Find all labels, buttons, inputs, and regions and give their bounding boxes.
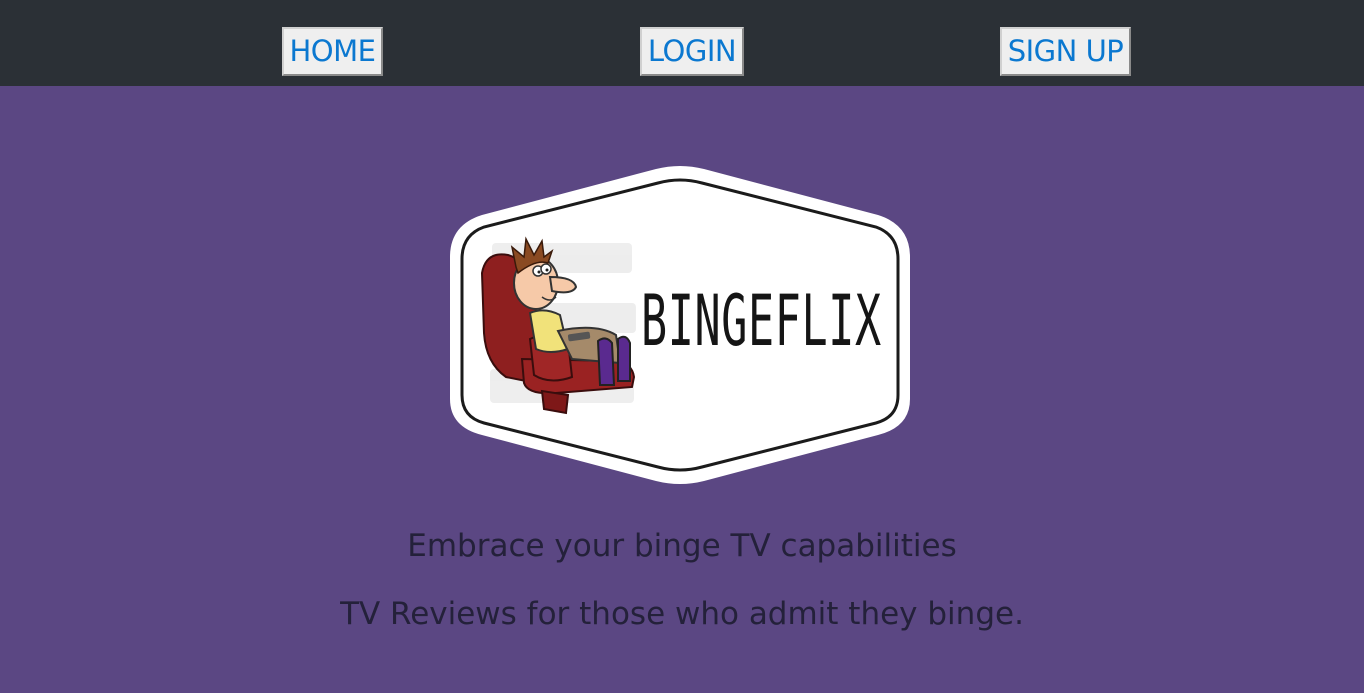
hero-tagline: Embrace your binge TV capabilities — [407, 528, 957, 564]
home-button[interactable]: HOME — [282, 27, 383, 76]
bingeflix-logo: BINGEFLIX — [446, 163, 914, 487]
login-button[interactable]: LOGIN — [640, 27, 744, 76]
logo-wordmark: BINGEFLIX — [641, 280, 882, 362]
top-navigation-bar: HOME LOGIN SIGN UP — [0, 0, 1364, 86]
hero-subtitle: TV Reviews for those who admit they bing… — [340, 596, 1024, 632]
sign-up-button[interactable]: SIGN UP — [1000, 27, 1131, 76]
